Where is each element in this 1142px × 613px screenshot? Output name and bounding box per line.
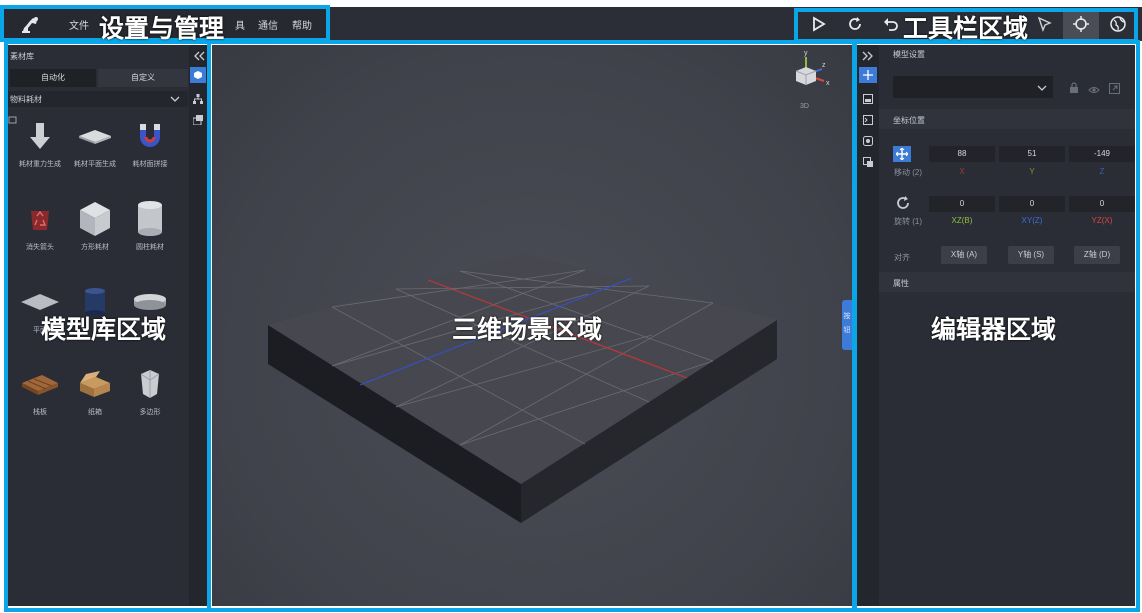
align-z-button[interactable]: Z轴 (D) [1074, 246, 1120, 264]
tab-custom[interactable]: 自定义 [98, 69, 188, 87]
rotate-yz-input[interactable]: 0 [1069, 196, 1135, 212]
library-item-label: 栈板 [33, 409, 47, 416]
library-annotation: 模型库区域 [41, 315, 167, 344]
library-item[interactable]: 耗材面拼接 [124, 117, 176, 169]
library-item-label: 耗材平面生成 [74, 161, 116, 168]
tab-auto[interactable]: 自动化 [10, 69, 96, 87]
align-label: 对齐 [894, 253, 910, 262]
collapse-left-icon[interactable] [193, 48, 205, 66]
rotate-xz-axis-label: XZ(B) [951, 216, 973, 225]
polygon-icon [124, 365, 176, 403]
app-logo-icon[interactable] [20, 15, 40, 33]
recycle-icon [14, 200, 66, 238]
library-item[interactable]: 圆柱耗材 [124, 200, 176, 252]
library-item[interactable]: 耗材平面生成 [69, 117, 121, 169]
library-item-label: 方形耗材 [81, 244, 109, 251]
library-title: 素材库 [10, 52, 34, 61]
menu-comm[interactable]: 通信 [258, 17, 278, 32]
crosshair-icon[interactable] [1069, 12, 1093, 36]
gizmo-x-label: x [826, 80, 830, 87]
move-z-input[interactable]: -149 [1069, 146, 1135, 162]
cube-icon [69, 200, 121, 238]
library-item[interactable]: 多边形 [124, 365, 176, 417]
library-item[interactable]: 耗材重力生成 [14, 117, 66, 169]
rotate-yz-axis-label: YZ(X) [1091, 216, 1113, 225]
eye-icon[interactable] [1088, 82, 1100, 100]
cylinder-icon [124, 200, 176, 238]
magnet-icon [124, 117, 176, 155]
library-item-label: 耗材重力生成 [19, 161, 61, 168]
align-x-button[interactable]: X轴 (A) [941, 246, 987, 264]
side-tab-char: 钮 [843, 327, 851, 334]
move-label: 移动 (2) [894, 168, 922, 177]
toolbar-annotation: 工具栏区域 [903, 14, 1029, 43]
globe-icon[interactable] [1106, 12, 1130, 36]
library-item-label: 多边形 [139, 409, 161, 416]
view-gizmo[interactable]: y z x 3D [784, 49, 834, 110]
rotate-xy-axis-label: XY(Z) [1021, 216, 1043, 225]
model-select[interactable] [893, 76, 1053, 98]
rotate-xz-input[interactable]: 0 [929, 196, 995, 212]
move-icon[interactable] [893, 146, 911, 162]
library-item[interactable]: 消失箭头 [14, 200, 66, 252]
align-y-button[interactable]: Y轴 (S) [1008, 246, 1054, 264]
lock-icon[interactable] [1069, 81, 1079, 99]
library-side-rail [189, 45, 207, 606]
chevron-down-icon [1037, 81, 1047, 99]
menu-help[interactable]: 帮助 [292, 17, 312, 32]
camera-icon[interactable] [863, 133, 873, 151]
hierarchy-icon[interactable] [193, 91, 203, 109]
editor-annotation: 编辑器区域 [931, 315, 1057, 344]
move-tool-icon[interactable] [859, 67, 877, 83]
scene-side-tab[interactable]: 按 钮 [842, 300, 852, 350]
plane-icon [69, 117, 121, 155]
collapse-right-icon[interactable] [862, 48, 874, 66]
gizmo-y-label: y [804, 50, 808, 57]
rotate-xy-input[interactable]: 0 [999, 196, 1065, 212]
category-label: 物料耗材 [10, 95, 42, 104]
props-section-header [879, 272, 1135, 292]
pallet-icon [14, 365, 66, 403]
side-tab-char: 按 [843, 313, 851, 320]
move-y-axis-label: Y [1029, 167, 1035, 176]
library-item[interactable]: 纸箱 [69, 365, 121, 417]
library-item-label: 圆柱耗材 [136, 244, 164, 251]
category-dropdown[interactable]: 物料耗材 [8, 91, 188, 107]
export-icon[interactable] [1109, 81, 1120, 99]
model-library-icon[interactable] [190, 67, 206, 83]
props-title: 属性 [893, 279, 909, 288]
rotate-icon[interactable] [896, 196, 910, 215]
library-item[interactable]: 栈板 [14, 365, 66, 417]
coord-title: 坐标位置 [893, 116, 925, 125]
refresh-icon[interactable] [843, 12, 867, 36]
menu-file[interactable]: 文件 [69, 17, 89, 32]
assets-icon[interactable] [192, 112, 203, 130]
rotate-label: 旋转 (1) [894, 217, 922, 226]
move-z-axis-label: Z [1099, 167, 1105, 176]
box-icon [69, 365, 121, 403]
menu-tools[interactable]: 具 [235, 17, 245, 32]
chevron-down-icon [170, 92, 180, 110]
move-x-input[interactable]: 88 [929, 146, 995, 162]
terminal-icon[interactable] [863, 112, 873, 130]
pointer-icon[interactable] [1033, 12, 1057, 36]
undo-icon[interactable] [879, 12, 903, 36]
editor-side-rail [857, 45, 879, 606]
scene-annotation: 三维场景区域 [452, 315, 603, 344]
gizmo-z-label: z [822, 62, 826, 69]
play-icon[interactable] [806, 12, 830, 36]
move-y-input[interactable]: 51 [999, 146, 1065, 162]
library-item[interactable]: 方形耗材 [69, 200, 121, 252]
gizmo-mode-label: 3D [800, 103, 809, 110]
move-x-axis-label: X [959, 167, 965, 176]
library-item-label: 耗材面拼接 [132, 161, 168, 168]
library-item-label: 消失箭头 [26, 244, 54, 251]
model-settings-title: 模型设置 [893, 50, 925, 59]
arrow-down-icon [14, 117, 66, 155]
library-item-label: 纸箱 [88, 409, 102, 416]
save-icon[interactable] [863, 91, 873, 109]
settings-panel-icon[interactable] [863, 154, 873, 172]
settings-annotation: 设置与管理 [99, 14, 225, 43]
